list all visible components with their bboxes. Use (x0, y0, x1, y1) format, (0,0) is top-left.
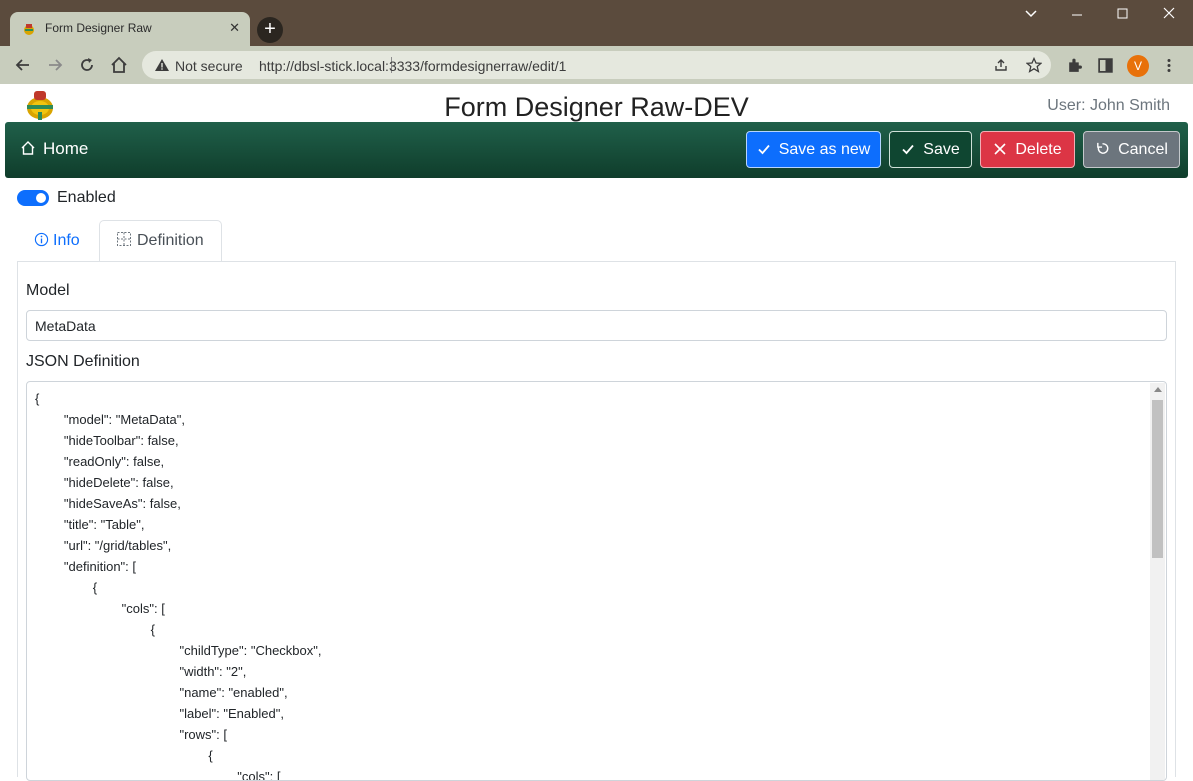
json-line: "width": "2", (35, 664, 247, 679)
json-line: "hideToolbar": false, (35, 433, 179, 448)
delete-label: Delete (1015, 141, 1062, 158)
info-icon (34, 232, 49, 247)
json-line: "hideSaveAs": false, (35, 496, 181, 511)
home-link[interactable]: Home (20, 139, 88, 159)
scrollbar-thumb[interactable] (1152, 400, 1163, 558)
json-definition-label: JSON Definition (26, 353, 140, 370)
page-content: Form Designer Raw-DEV User: John Smith H… (0, 84, 1193, 781)
save-label: Save (923, 141, 960, 158)
enabled-toggle[interactable] (17, 190, 49, 206)
tab-info-label: Info (53, 232, 80, 249)
json-line: { (35, 580, 98, 595)
json-line: "model": "MetaData", (35, 412, 185, 427)
side-panel-icon[interactable] (1097, 57, 1114, 74)
json-line: "rows": [ (35, 727, 227, 742)
scroll-up-arrow-icon[interactable] (1154, 387, 1162, 392)
undo-icon (1097, 142, 1109, 154)
json-line: "title": "Table", (35, 517, 145, 532)
extensions-icon[interactable] (1066, 57, 1083, 74)
save-as-new-label: Save as new (778, 141, 871, 158)
json-line: "definition": [ (35, 559, 136, 574)
tab-definition[interactable]: Definition (99, 220, 222, 262)
new-tab-button[interactable]: + (257, 17, 283, 43)
json-line: "cols": [ (35, 601, 165, 616)
vertical-scrollbar[interactable] (1150, 383, 1165, 780)
star-icon[interactable] (1026, 57, 1042, 73)
close-icon[interactable]: ✕ (229, 20, 240, 36)
enabled-label: Enabled (57, 189, 116, 206)
save-button[interactable]: Save (889, 131, 972, 168)
browser-tab[interactable]: Form Designer Raw ✕ (10, 12, 250, 46)
tab-definition-label: Definition (137, 232, 204, 249)
tab-info[interactable]: Info (18, 220, 98, 261)
cancel-button[interactable]: Cancel (1083, 131, 1180, 168)
browser-titlebar: Form Designer Raw ✕ + (0, 0, 1193, 46)
delete-button[interactable]: Delete (980, 131, 1075, 168)
model-label: Model (26, 282, 70, 299)
home-browser-icon[interactable] (108, 54, 130, 76)
cancel-label: Cancel (1118, 141, 1168, 158)
model-input[interactable]: MetaData (26, 310, 1167, 341)
app-favicon-icon (24, 24, 34, 35)
main-navbar: Home Save as new Save Delete Cancel (5, 122, 1188, 178)
x-icon (994, 143, 1006, 155)
browser-tab-title: Form Designer Raw (45, 21, 152, 35)
warning-icon[interactable] (154, 57, 170, 73)
browser-toolbar: Not secure http://dbsl-stick.local:3333/… (0, 46, 1193, 85)
tab-search-icon[interactable] (1024, 6, 1038, 24)
security-label: Not secure (175, 58, 243, 74)
json-line: "readOnly": false, (35, 454, 165, 469)
check-icon (758, 144, 770, 155)
maximize-icon[interactable] (1116, 6, 1130, 24)
profile-avatar[interactable]: V (1127, 55, 1149, 77)
forward-arrow-icon[interactable] (44, 54, 66, 76)
address-bar[interactable]: Not secure http://dbsl-stick.local:3333/… (142, 51, 1051, 79)
check-icon (902, 144, 914, 155)
more-menu-icon[interactable] (1163, 57, 1175, 74)
window-close-icon[interactable] (1162, 6, 1176, 24)
user-label: User: John Smith (1047, 97, 1170, 114)
json-line: { (35, 391, 40, 406)
json-line: { (35, 748, 213, 763)
json-line: "url": "/grid/tables", (35, 538, 172, 553)
share-icon[interactable] (993, 57, 1009, 73)
json-line: "hideDelete": false, (35, 475, 174, 490)
home-label: Home (43, 139, 89, 158)
page-title: Form Designer Raw-DEV (444, 92, 749, 122)
back-arrow-icon[interactable] (12, 54, 34, 76)
json-definition-textarea[interactable]: { "model": "MetaData", "hideToolbar": fa… (26, 381, 1167, 781)
json-line: "name": "enabled", (35, 685, 288, 700)
json-line: "cols": [ (35, 769, 281, 781)
toggle-knob (36, 193, 46, 203)
json-definition-text: { "model": "MetaData", "hideToolbar": fa… (35, 388, 322, 781)
json-line: "label": "Enabled", (35, 706, 284, 721)
reload-icon[interactable] (76, 54, 98, 76)
minimize-icon[interactable] (1070, 6, 1084, 24)
url-text[interactable]: http://dbsl-stick.local:3333/formdesigne… (259, 58, 566, 74)
json-line: { (35, 622, 155, 637)
home-icon (21, 141, 35, 155)
save-as-new-button[interactable]: Save as new (746, 131, 881, 168)
json-line: "childType": "Checkbox", (35, 643, 322, 658)
grid-icon (117, 232, 131, 246)
